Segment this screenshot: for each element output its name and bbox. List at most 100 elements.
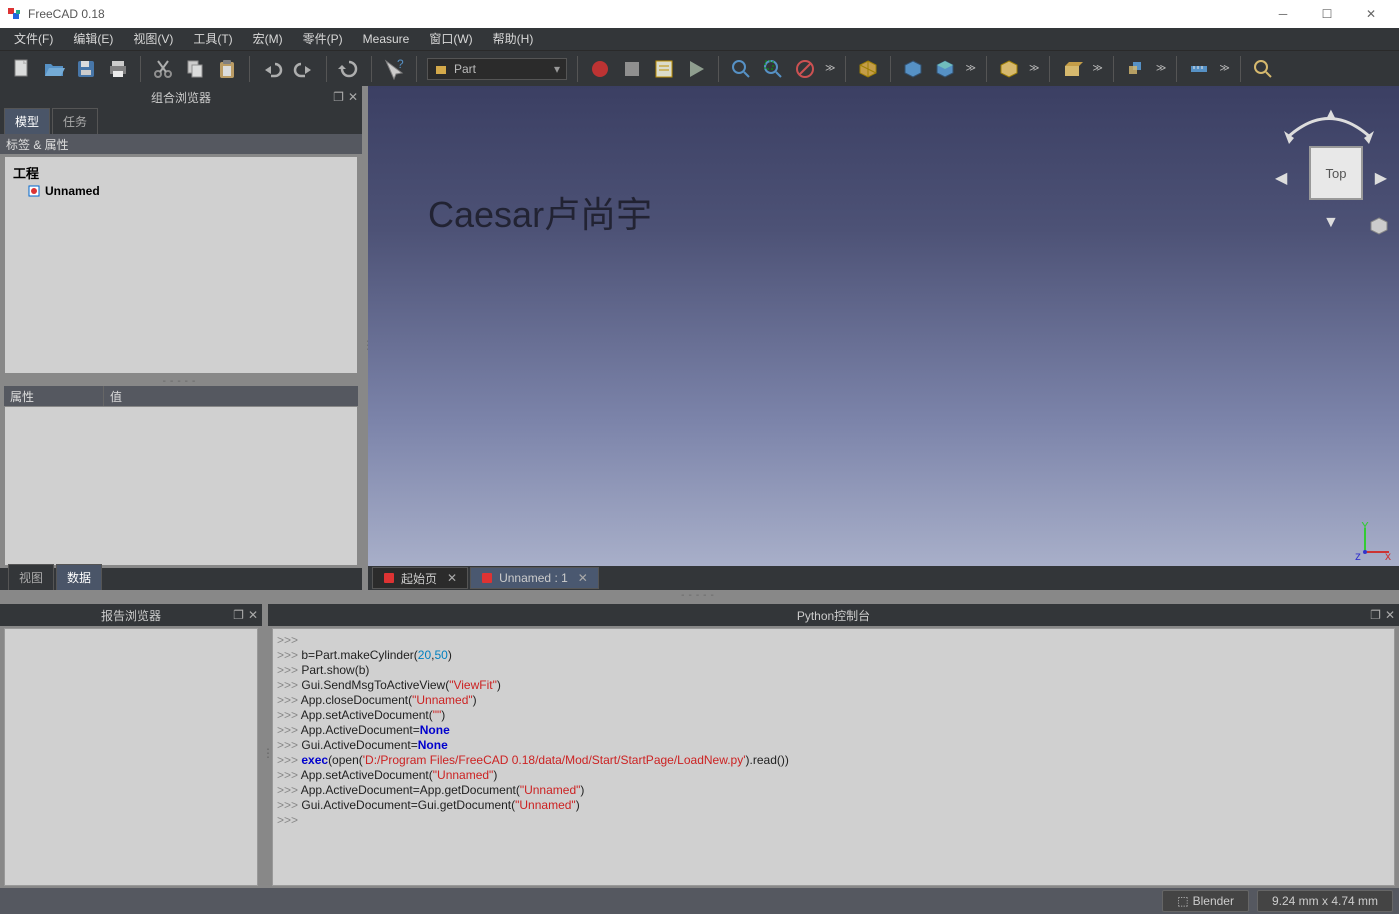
document-tab[interactable]: Unnamed : 1✕	[470, 567, 599, 589]
watermark-text: Caesar卢尚宇	[428, 186, 652, 238]
macro-record-button[interactable]	[584, 53, 616, 85]
python-console-panel: Python控制台 ❐✕ >>> >>> b=Part.makeCylinder…	[268, 604, 1399, 888]
nav-right-arrow[interactable]: ▶	[1375, 168, 1387, 188]
open-file-button[interactable]	[38, 53, 70, 85]
macro-play-button[interactable]	[680, 53, 712, 85]
toolbar-overflow-icon[interactable]: ≫	[1088, 63, 1106, 74]
print-button[interactable]	[102, 53, 134, 85]
tab-view[interactable]: 视图	[8, 564, 54, 590]
panel-close-icon[interactable]: ✕	[248, 608, 258, 622]
panel-title: 报告浏览器	[101, 607, 161, 624]
workbench-label: Part	[454, 62, 476, 76]
report-view-panel: 报告浏览器 ❐ ✕	[0, 604, 262, 888]
app-title: FreeCAD 0.18	[28, 7, 105, 21]
app-logo-icon	[6, 6, 22, 22]
measure-button[interactable]	[1183, 53, 1215, 85]
navigation-cube[interactable]: ▲ ◀ ▶ ▼ Top	[1269, 96, 1389, 236]
zoom-selection-button[interactable]	[757, 53, 789, 85]
property-panel: 属性 值	[4, 386, 358, 566]
copy-button[interactable]	[179, 53, 211, 85]
menu-item[interactable]: 编辑(E)	[63, 28, 123, 50]
view-top-button[interactable]	[929, 53, 961, 85]
document-tree[interactable]: 工程 Unnamed	[4, 156, 358, 374]
nav-style-label: Blender	[1193, 894, 1234, 908]
panel-float-icon[interactable]: ❐	[1370, 608, 1381, 622]
tree-document[interactable]: Unnamed	[9, 184, 353, 198]
titlebar: FreeCAD 0.18 ─ ☐ ✕	[0, 0, 1399, 28]
view-iso-button[interactable]	[852, 53, 884, 85]
toolbar-overflow-icon[interactable]: ≫	[1152, 63, 1170, 74]
nav-mini-cube-icon[interactable]	[1369, 216, 1389, 236]
combo-tabs: 模型 任务	[0, 108, 362, 134]
report-body[interactable]	[4, 628, 258, 886]
panel-float-icon[interactable]: ❐	[333, 90, 344, 104]
redo-button[interactable]	[288, 53, 320, 85]
nav-up-arrow[interactable]: ▲	[1323, 106, 1339, 124]
panel-close-icon[interactable]: ✕	[1385, 608, 1395, 622]
h-splitter[interactable]: -----	[0, 590, 1399, 598]
macro-stop-button[interactable]	[616, 53, 648, 85]
toolbar-last-button[interactable]	[1247, 53, 1279, 85]
menu-item[interactable]: Measure	[353, 28, 420, 50]
draw-style-button[interactable]	[789, 53, 821, 85]
main-toolbar: ? Part ▾ ≫ ≫ ≫ ≫ ≫ ≫	[0, 50, 1399, 86]
nav-down-arrow[interactable]: ▼	[1323, 214, 1339, 232]
console-header: Python控制台 ❐✕	[268, 604, 1399, 626]
boolean-button[interactable]	[1120, 53, 1152, 85]
panel-float-icon[interactable]: ❐	[233, 608, 244, 622]
python-console[interactable]: >>> >>> b=Part.makeCylinder(20,50)>>> Pa…	[272, 628, 1395, 886]
cut-button[interactable]	[147, 53, 179, 85]
window-minimize-button[interactable]: ─	[1261, 0, 1305, 28]
workbench-selector[interactable]: Part ▾	[427, 58, 567, 80]
toolbar-overflow-icon[interactable]: ≫	[1025, 63, 1043, 74]
whats-this-button[interactable]: ?	[378, 53, 410, 85]
tab-data[interactable]: 数据	[56, 564, 102, 590]
tree-root[interactable]: 工程	[9, 161, 353, 184]
3d-viewport[interactable]: Caesar卢尚宇 ▲ ◀ ▶ ▼ Top Y x z	[368, 86, 1399, 566]
svg-text:z: z	[1355, 549, 1361, 562]
label-attr-header: 标签 & 属性	[0, 134, 362, 154]
panel-title: 组合浏览器	[151, 89, 211, 106]
window-maximize-button[interactable]: ☐	[1305, 0, 1349, 28]
tab-close-icon[interactable]: ✕	[447, 571, 457, 585]
menubar: 文件(F)编辑(E)视图(V)工具(T)宏(M)零件(P)Measure窗口(W…	[0, 28, 1399, 50]
svg-text:?: ?	[397, 58, 404, 71]
zoom-fit-button[interactable]	[725, 53, 757, 85]
document-tab[interactable]: 起始页✕	[372, 567, 468, 589]
refresh-button[interactable]	[333, 53, 365, 85]
part-box-button[interactable]	[993, 53, 1025, 85]
svg-text:Y: Y	[1361, 522, 1369, 533]
nav-cube-face[interactable]: Top	[1309, 146, 1363, 200]
menu-item[interactable]: 文件(F)	[4, 28, 63, 50]
panel-close-icon[interactable]: ✕	[348, 90, 358, 104]
property-grid[interactable]	[4, 406, 358, 566]
svg-text:x: x	[1385, 549, 1391, 562]
h-splitter[interactable]: -----	[0, 376, 362, 384]
toolbar-overflow-icon[interactable]: ≫	[961, 63, 979, 74]
nav-left-arrow[interactable]: ◀	[1275, 168, 1287, 188]
toolbar-overflow-icon[interactable]: ≫	[821, 63, 839, 74]
part-extrude-button[interactable]	[1056, 53, 1088, 85]
menu-item[interactable]: 视图(V)	[123, 28, 183, 50]
dimensions-readout: 9.24 mm x 4.74 mm	[1257, 890, 1393, 912]
nav-style-button[interactable]: ⬚Blender	[1162, 890, 1249, 912]
macro-edit-button[interactable]	[648, 53, 680, 85]
undo-button[interactable]	[256, 53, 288, 85]
tab-close-icon[interactable]: ✕	[578, 571, 588, 585]
tab-tasks[interactable]: 任务	[52, 108, 98, 134]
window-close-button[interactable]: ✕	[1349, 0, 1393, 28]
prop-col-value: 值	[104, 386, 128, 406]
menu-item[interactable]: 工具(T)	[183, 28, 242, 50]
menu-item[interactable]: 宏(M)	[243, 28, 293, 50]
menu-item[interactable]: 窗口(W)	[419, 28, 482, 50]
paste-button[interactable]	[211, 53, 243, 85]
prop-col-name: 属性	[4, 386, 104, 406]
menu-item[interactable]: 零件(P)	[293, 28, 353, 50]
tab-model[interactable]: 模型	[4, 108, 50, 134]
view-front-button[interactable]	[897, 53, 929, 85]
v-splitter[interactable]	[262, 604, 268, 888]
save-button[interactable]	[70, 53, 102, 85]
new-file-button[interactable]	[6, 53, 38, 85]
menu-item[interactable]: 帮助(H)	[483, 28, 544, 50]
toolbar-overflow-icon[interactable]: ≫	[1215, 63, 1233, 74]
